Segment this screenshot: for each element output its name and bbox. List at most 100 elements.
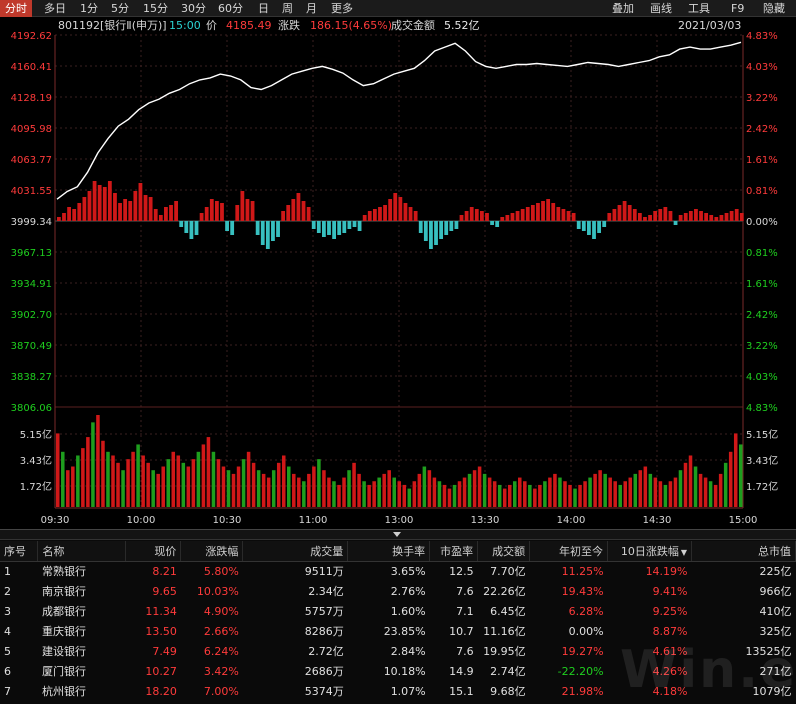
tab-5min[interactable]: 5分 xyxy=(111,0,129,17)
price-tick-label: 3934.91 xyxy=(11,279,52,290)
change-bar-up xyxy=(719,215,724,221)
price-tick-label: 4160.41 xyxy=(11,62,52,73)
change-bar-up xyxy=(138,183,143,221)
change-bar-down xyxy=(673,221,678,225)
volume-bar xyxy=(598,470,602,507)
tab-month[interactable]: 月 xyxy=(306,0,317,17)
volume-bar xyxy=(76,455,80,507)
cell-ytd: 19.27% xyxy=(561,644,604,658)
volume-bar xyxy=(507,484,512,507)
volume-bar xyxy=(261,473,266,507)
volume-tick-label-right: 1.72亿 xyxy=(746,480,778,493)
col-header-no[interactable]: 序号 xyxy=(0,541,39,562)
change-bar-down xyxy=(449,221,454,231)
col-header-market-cap[interactable]: 总市值 xyxy=(691,541,796,562)
volume-bar xyxy=(317,459,321,507)
change-bar-up xyxy=(209,199,214,221)
col-header-amount[interactable]: 成交额 xyxy=(477,541,531,562)
volume-bar xyxy=(568,484,572,507)
change-bar-up xyxy=(92,181,97,221)
hide-button[interactable]: 隐藏 xyxy=(763,0,785,17)
volume-bar xyxy=(688,455,693,507)
change-bar-up xyxy=(541,201,545,221)
time-tick-label: 11:00 xyxy=(299,515,328,526)
time-tick-label: 14:30 xyxy=(643,515,672,526)
tab-week[interactable]: 周 xyxy=(282,0,293,17)
volume-bar xyxy=(708,481,713,507)
change-bar-up xyxy=(658,209,663,221)
col-header-10d-change[interactable]: 10日涨跌幅 ▼ xyxy=(607,541,693,562)
cell-d10: 9.25% xyxy=(652,604,688,618)
intraday-chart[interactable]: 4192.62 4160.41 4128.19 4095.98 4063.77 4031.… xyxy=(0,18,796,530)
change-bar-down xyxy=(581,221,586,231)
tab-15min[interactable]: 15分 xyxy=(143,0,168,17)
tab-day[interactable]: 日 xyxy=(258,0,269,17)
table-row[interactable]: 7 杭州银行 18.20 7.00% 5374万 1.07% 15.1 9.68亿 21.98%… xyxy=(0,681,796,701)
volume-bar xyxy=(382,473,386,507)
change-bar-down xyxy=(255,221,260,235)
table-row[interactable]: 6 厦门银行 10.27 3.42% 2686万 10.18% 14.9 2.74亿 -22.2… xyxy=(0,661,796,681)
panel-splitter[interactable] xyxy=(0,530,796,540)
volume-bar xyxy=(593,473,597,507)
change-bar-up xyxy=(515,211,520,221)
tab-intraday[interactable]: 分时 xyxy=(0,0,32,17)
col-header-ytd[interactable]: 年初至今 xyxy=(529,541,609,562)
tools-button[interactable]: 工具 xyxy=(688,0,710,17)
table-row[interactable]: 4 重庆银行 13.50 2.66% 8286万 23.85% 10.7 11.16亿 0.00… xyxy=(0,621,796,641)
table-row[interactable]: 2 南京银行 9.65 10.03% 2.34亿 2.76% 7.6 22.26亿 19.43%… xyxy=(0,581,796,601)
table-row[interactable]: 3 成都银行 11.34 4.90% 5757万 1.60% 7.1 6.45亿 6.28% 9.… xyxy=(0,601,796,621)
cell-pe: 10.7 xyxy=(449,624,474,638)
cell-mcap: 225亿 xyxy=(759,565,792,579)
overlay-button[interactable]: 叠加 xyxy=(612,0,634,17)
time-tick-label: 09:30 xyxy=(41,515,70,526)
tab-multi-day[interactable]: 多日 xyxy=(44,0,66,17)
col-header-name[interactable]: 名称 xyxy=(37,541,127,562)
tab-more[interactable]: 更多 xyxy=(331,0,353,17)
col-header-volume[interactable]: 成交量 xyxy=(242,541,349,562)
change-bar-up xyxy=(699,211,703,221)
change-bar-up xyxy=(714,217,719,221)
change-bar-up xyxy=(296,193,301,221)
volume-bar xyxy=(693,466,698,507)
volume-bar xyxy=(658,481,663,507)
volume-bar xyxy=(312,466,316,507)
change-bar-down xyxy=(423,221,428,241)
price-tick-label: 3870.49 xyxy=(11,341,52,352)
change-bar-up xyxy=(469,207,474,221)
f9-button[interactable]: F9 xyxy=(731,0,744,17)
col-header-pe[interactable]: 市盈率 xyxy=(429,541,479,562)
change-bar-down xyxy=(418,221,423,233)
col-header-price[interactable]: 现价 xyxy=(125,541,182,562)
change-bar-up xyxy=(571,213,576,221)
cell-d10: 14.19% xyxy=(645,564,688,578)
tab-1min[interactable]: 1分 xyxy=(80,0,98,17)
cell-price: 11.34 xyxy=(145,604,177,618)
col-header-change[interactable]: 涨跌幅 xyxy=(180,541,244,562)
change-bar-up xyxy=(153,209,158,221)
change-bar-up xyxy=(668,211,673,221)
change-bar-up xyxy=(627,205,632,221)
percent-tick-label: 0.81% xyxy=(746,186,778,197)
tab-30min[interactable]: 30分 xyxy=(181,0,206,17)
volume-bar xyxy=(417,473,422,507)
col-header-turnover[interactable]: 换手率 xyxy=(347,541,431,562)
change-bar-up xyxy=(301,201,306,221)
change-bar-up xyxy=(479,211,484,221)
cell-d10: 9.41% xyxy=(652,584,688,598)
volume-bar xyxy=(713,484,718,507)
change-bar-up xyxy=(709,215,714,221)
collapse-arrow-icon[interactable] xyxy=(393,532,401,537)
table-row[interactable]: 1 常熟银行 8.21 5.80% 9511万 3.65% 12.5 7.70亿 11.25% 1… xyxy=(0,561,796,581)
volume-bar xyxy=(452,484,457,507)
cell-pe: 7.6 xyxy=(456,644,474,658)
table-row[interactable]: 5 建设银行 7.49 6.24% 2.72亿 2.84% 7.6 19.95亿 19.27% 4… xyxy=(0,641,796,661)
volume-bar xyxy=(472,470,477,507)
cell-d10: 4.26% xyxy=(652,664,688,678)
change-bars xyxy=(57,181,744,249)
tab-60min[interactable]: 60分 xyxy=(218,0,243,17)
cell-turnover: 10.18% xyxy=(383,664,426,678)
volume-bar xyxy=(663,484,668,507)
change-bar-up xyxy=(204,207,209,221)
cell-no: 4 xyxy=(4,624,11,638)
draw-line-button[interactable]: 画线 xyxy=(650,0,672,17)
